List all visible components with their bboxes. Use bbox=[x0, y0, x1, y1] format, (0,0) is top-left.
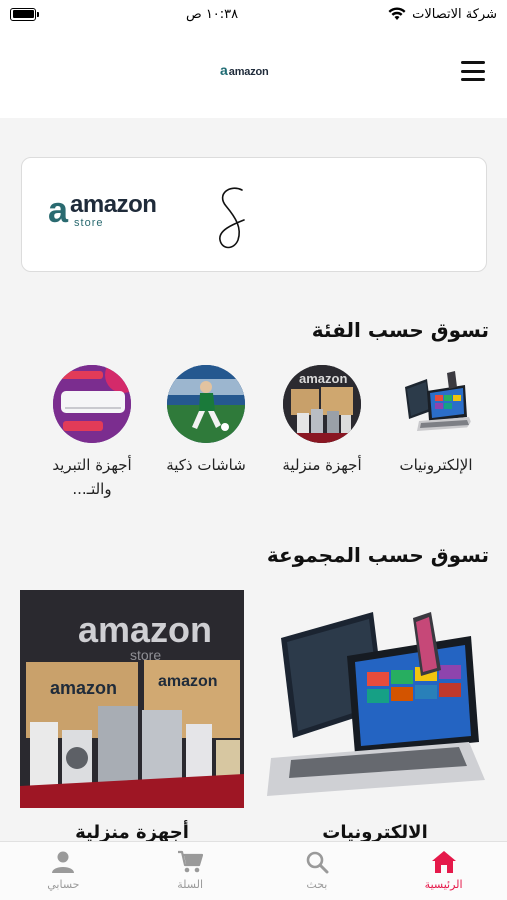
logo-word: amazon bbox=[228, 66, 269, 78]
group-card-home-appliances[interactable]: amazon store amazon amazon bbox=[20, 590, 244, 808]
bottom-nav: الرئيسية بحث السلة حسابي bbox=[0, 841, 507, 900]
category-image-electronics bbox=[397, 365, 475, 443]
banner-logo: a amazon store bbox=[48, 189, 157, 230]
nav-label: بحث bbox=[306, 878, 328, 891]
nav-account[interactable]: حسابي bbox=[0, 842, 127, 900]
nav-label: الرئيسية bbox=[424, 878, 463, 891]
category-label: أجهزة التبريد والتـ... bbox=[52, 456, 132, 498]
nav-home[interactable]: الرئيسية bbox=[380, 842, 507, 900]
category-image-home-appliances: amazon bbox=[283, 365, 361, 443]
home-icon bbox=[431, 851, 456, 873]
signature-graphic bbox=[219, 187, 245, 249]
nav-label: السلة bbox=[177, 878, 203, 891]
category-image-smart-screens bbox=[167, 365, 245, 443]
app-header: a amazon bbox=[0, 28, 507, 118]
carrier-label: شركة الاتصالات bbox=[412, 6, 497, 22]
battery-icon bbox=[10, 7, 39, 21]
section-title-category: تسوق حسب الفئة bbox=[311, 318, 489, 342]
nav-label: حسابي bbox=[47, 878, 80, 891]
logo-word: amazon bbox=[70, 191, 157, 218]
nav-search[interactable]: بحث bbox=[254, 842, 381, 900]
category-electronics[interactable]: الإلكترونيات bbox=[386, 365, 486, 477]
logo-sub: store bbox=[74, 217, 104, 229]
svg-text:amazon: amazon bbox=[78, 609, 212, 650]
menu-icon-bar bbox=[461, 69, 485, 73]
svg-text:amazon: amazon bbox=[50, 678, 117, 698]
group-card-electronics[interactable] bbox=[263, 590, 487, 808]
logo-mark: a bbox=[48, 189, 69, 230]
menu-icon-bar bbox=[461, 61, 485, 64]
group-image-electronics bbox=[267, 612, 485, 796]
category-label: الإلكترونيات bbox=[399, 456, 473, 474]
header-logo[interactable]: a amazon bbox=[220, 62, 269, 78]
category-home-appliances[interactable]: amazon أجهزة منزلية bbox=[272, 365, 372, 477]
search-icon bbox=[306, 851, 329, 874]
logo-mark: a bbox=[220, 62, 228, 78]
user-icon bbox=[52, 851, 75, 873]
status-bar: ١٠:٣٨ ص شركة الاتصالات bbox=[0, 0, 507, 28]
svg-text:amazon: amazon bbox=[158, 673, 218, 690]
banner-card[interactable]: a amazon store bbox=[21, 157, 487, 272]
status-time: ١٠:٣٨ ص bbox=[185, 6, 239, 22]
cart-icon bbox=[178, 850, 204, 873]
group-label-home-appliances: أجهزة منزلية bbox=[75, 822, 189, 843]
category-air-conditioning[interactable]: أجهزة التبريد والتـ... bbox=[42, 365, 142, 501]
group-image-home-appliances: amazon store amazon amazon bbox=[20, 590, 244, 808]
menu-button[interactable] bbox=[461, 61, 485, 81]
category-smart-screens[interactable]: شاشات ذكية bbox=[156, 365, 256, 477]
category-image-air-conditioning bbox=[53, 365, 131, 443]
menu-icon-bar bbox=[461, 78, 485, 81]
group-label-electronics: الالكترونيات bbox=[322, 822, 428, 843]
category-label: أجهزة منزلية bbox=[282, 456, 362, 474]
status-right: شركة الاتصالات bbox=[388, 7, 497, 22]
section-title-group: تسوق حسب المجموعة bbox=[266, 543, 489, 567]
wifi-icon bbox=[388, 7, 406, 20]
svg-text:amazon: amazon bbox=[299, 371, 347, 386]
nav-cart[interactable]: السلة bbox=[127, 842, 254, 900]
category-label: شاشات ذكية bbox=[166, 456, 246, 474]
